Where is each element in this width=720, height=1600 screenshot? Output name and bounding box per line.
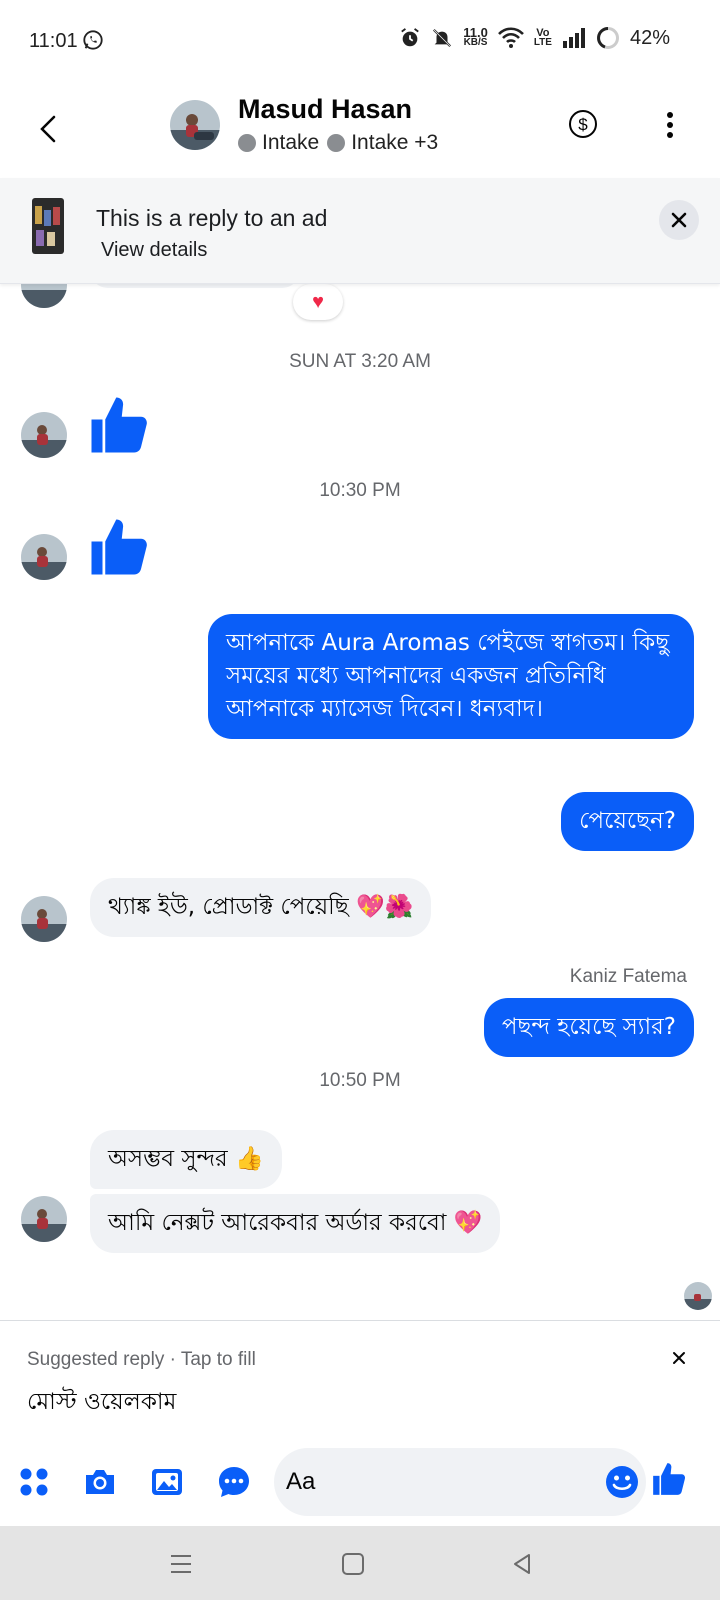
suggested-reply-label: Suggested reply · Tap to fill [27, 1349, 256, 1370]
label-dot-icon [327, 134, 346, 152]
emoji-icon[interactable] [604, 1464, 640, 1500]
camera-icon[interactable] [82, 1464, 118, 1500]
contact-labels[interactable]: Intake Intake +3 [238, 131, 446, 155]
outgoing-message[interactable]: আপনাকে Aura Aromas পেইজে স্বাগতম। কিছু স… [208, 614, 694, 739]
message-thread[interactable]: ♥ SUN AT 3:20 AM 10:30 PM আপনাকে Aura Ar… [0, 284, 720, 1320]
sender-name: Kaniz Fatema [569, 966, 687, 987]
contact-name[interactable]: Masud Hasan [238, 94, 412, 125]
chat-bubble-icon[interactable] [216, 1464, 252, 1500]
battery-level: 42% [629, 26, 670, 49]
timestamp: 10:50 PM [319, 1070, 401, 1091]
alarm-icon [401, 28, 420, 47]
more-vertical-icon[interactable] [660, 110, 680, 140]
timestamp: 10:30 PM [319, 480, 401, 501]
view-details-link[interactable]: View details [101, 239, 207, 262]
message-input-container [274, 1448, 646, 1516]
avatar [21, 284, 67, 308]
whatsapp-icon [83, 30, 103, 50]
svg-text:$: $ [578, 115, 588, 134]
dollar-icon[interactable]: $ [568, 109, 598, 139]
message-input[interactable] [286, 1462, 576, 1502]
like-icon[interactable] [650, 1460, 688, 1498]
timestamp: SUN AT 3:20 AM [289, 351, 431, 372]
status-icons: 11.0 KB/S Vo LTE 42% [399, 26, 670, 50]
wifi-icon [497, 27, 524, 48]
like-icon[interactable] [86, 392, 152, 458]
conversation-header: Masud Hasan Intake Intake +3 $ [0, 84, 720, 178]
outgoing-message[interactable]: পেয়েছেন? [561, 792, 694, 851]
gallery-icon[interactable] [149, 1464, 185, 1500]
incoming-message[interactable]: থ্যাঙ্ক ইউ, প্রোডাক্ট পেয়েছি 💖🌺 [90, 878, 432, 937]
network-speed: 11.0 KB/S [463, 25, 488, 48]
ad-thumbnail [32, 198, 64, 254]
back-arrow-icon[interactable] [34, 109, 62, 149]
avatar [21, 1196, 67, 1242]
battery-icon [596, 27, 619, 49]
status-time: 11:01 [29, 30, 78, 52]
close-icon [671, 212, 687, 228]
label-more: Intake +3 [351, 131, 439, 154]
label-intake: Intake [262, 131, 320, 154]
incoming-message[interactable]: অসম্ভব সুন্দর 👍 [90, 1130, 282, 1189]
ad-banner-title: This is a reply to an ad [96, 205, 328, 231]
heart-reaction[interactable]: ♥ [293, 284, 343, 320]
system-nav-bar [0, 1526, 720, 1600]
message-composer [0, 1416, 720, 1526]
avatar [21, 412, 67, 458]
incoming-message[interactable]: আমি নেক্সট আরেকবার অর্ডার করবো 💖 [90, 1194, 501, 1253]
like-icon[interactable] [86, 514, 152, 580]
volte-indicator: Vo LTE [533, 27, 552, 48]
home-icon[interactable] [339, 1550, 367, 1578]
seen-avatar [684, 1282, 712, 1310]
status-bar: 11:01 11.0 KB/S Vo LTE 42% [0, 0, 720, 84]
outgoing-message[interactable]: পছন্দ হয়েছে স্যার? [483, 998, 694, 1057]
avatar [21, 534, 67, 580]
apps-icon[interactable] [16, 1464, 52, 1500]
avatar [21, 896, 67, 942]
partial-message-bubble [90, 284, 300, 288]
menu-icon[interactable] [167, 1550, 195, 1578]
close-icon[interactable] [670, 1349, 688, 1367]
suggested-reply[interactable]: Suggested reply · Tap to fill মোস্ট ওয়ে… [0, 1320, 720, 1416]
label-dot-icon [238, 134, 256, 152]
signal-icon [562, 28, 585, 48]
back-icon[interactable] [508, 1550, 536, 1578]
heart-icon: ♥ [312, 290, 324, 313]
avatar[interactable] [170, 100, 220, 150]
ad-reply-banner[interactable]: This is a reply to an ad View details [0, 178, 720, 284]
close-ad-banner-button[interactable] [659, 200, 699, 240]
mute-icon [433, 28, 452, 48]
